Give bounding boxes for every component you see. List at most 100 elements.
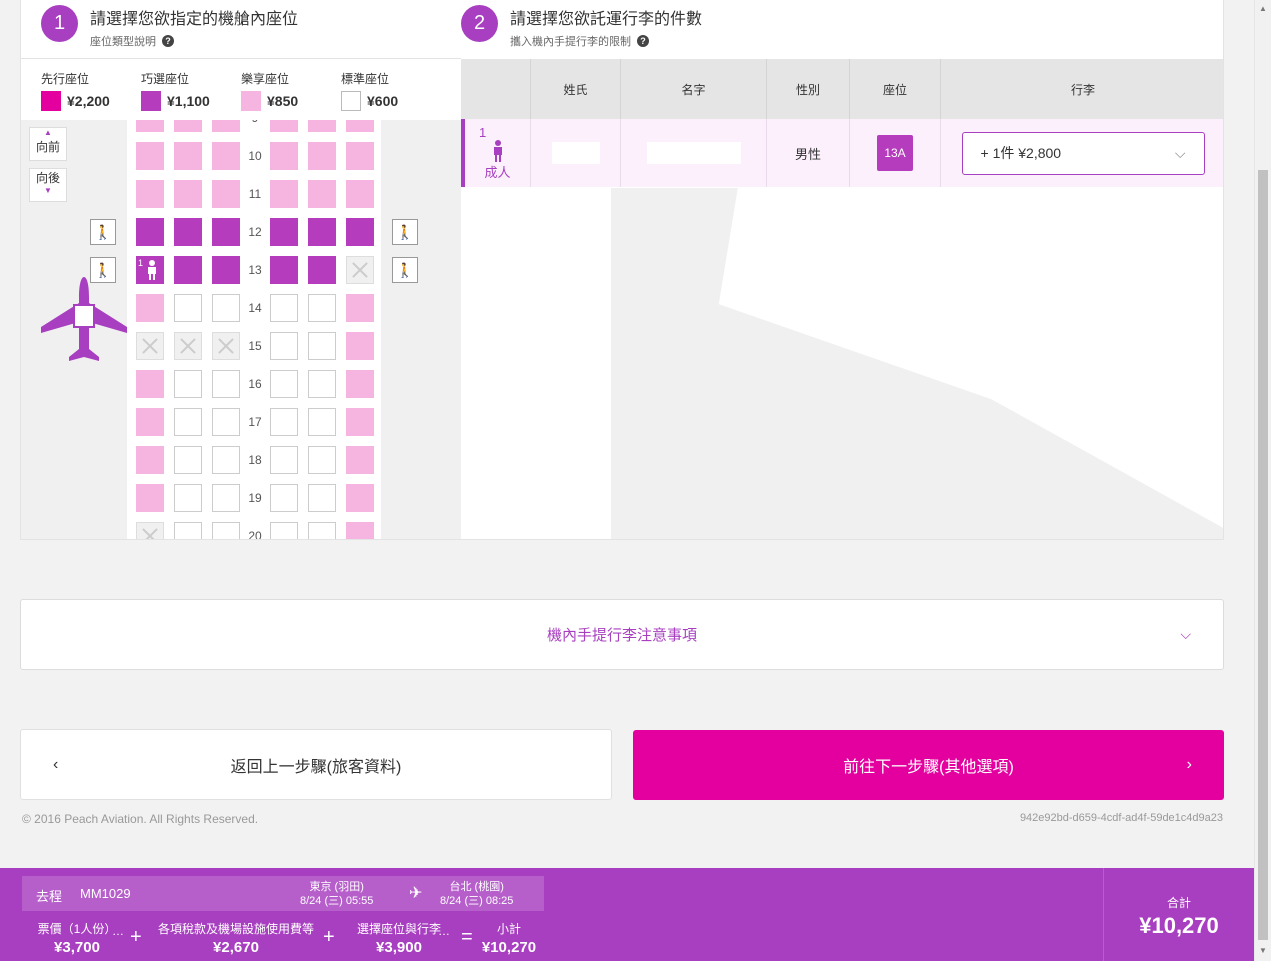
seat[interactable] xyxy=(270,142,298,170)
seat[interactable] xyxy=(346,332,374,360)
seat[interactable] xyxy=(212,218,240,246)
seat[interactable] xyxy=(136,120,164,132)
seat[interactable] xyxy=(308,484,336,512)
scroll-forward-button[interactable]: ▲ 向前 xyxy=(29,127,67,161)
seat[interactable] xyxy=(308,256,336,284)
carry-on-notes-accordion[interactable]: 機內手提行李注意事項 ⌵ xyxy=(20,599,1224,670)
seat[interactable] xyxy=(346,484,374,512)
row-number: 11 xyxy=(248,187,262,201)
seat[interactable] xyxy=(174,120,202,132)
seat[interactable] xyxy=(174,180,202,208)
seat[interactable] xyxy=(212,120,240,132)
next-button[interactable]: 前往下一步驟(其他選項) › xyxy=(633,730,1224,800)
seat[interactable] xyxy=(212,256,240,284)
seat[interactable] xyxy=(346,180,374,208)
scroll-up-icon[interactable]: ▲ xyxy=(1259,4,1267,13)
seat[interactable] xyxy=(270,180,298,208)
seat[interactable] xyxy=(308,142,336,170)
seat[interactable] xyxy=(308,180,336,208)
baggage-select[interactable]: + 1件 ¥2,800 ⌵ xyxy=(961,131,1205,175)
tax-value: ¥2,670 xyxy=(213,939,259,956)
emergency-exit-icon: 🚶 xyxy=(90,219,116,245)
legend-swatch xyxy=(141,91,161,111)
seat[interactable] xyxy=(136,180,164,208)
seat[interactable] xyxy=(346,120,374,132)
seat[interactable] xyxy=(136,218,164,246)
seat[interactable] xyxy=(174,218,202,246)
passenger-type: 1 成人 xyxy=(465,119,531,187)
subtotal-cost: 小計 ¥10,270 xyxy=(476,920,542,956)
seat[interactable] xyxy=(308,294,336,322)
passenger-row[interactable]: 1 成人 男性 13A + 1件 ¥2,800 ⌵ xyxy=(461,119,1223,187)
help-icon[interactable]: ? xyxy=(637,35,649,47)
scroll-thumb[interactable] xyxy=(1258,170,1268,940)
seat[interactable] xyxy=(346,294,374,322)
session-id: 942e92bd-d659-4cdf-ad4f-59de1c4d9a23 xyxy=(1019,812,1223,824)
seat-selected[interactable]: 1 xyxy=(136,256,164,284)
seat[interactable] xyxy=(212,294,240,322)
seat[interactable] xyxy=(174,370,202,398)
seat[interactable] xyxy=(136,484,164,512)
row-number: 17 xyxy=(248,415,262,429)
seat[interactable] xyxy=(136,294,164,322)
seat[interactable] xyxy=(270,332,298,360)
seat[interactable] xyxy=(308,332,336,360)
seat[interactable] xyxy=(270,120,298,132)
seat[interactable] xyxy=(270,446,298,474)
emergency-exit-icon: 🚶 xyxy=(392,257,418,283)
divider xyxy=(21,58,461,59)
down-arrow-icon: ▼ xyxy=(44,186,52,195)
seat[interactable] xyxy=(308,120,336,132)
seat[interactable] xyxy=(174,522,202,539)
step-2-number: 2 xyxy=(461,5,498,42)
seat[interactable] xyxy=(212,180,240,208)
seat[interactable] xyxy=(270,522,298,539)
chevron-down-icon: ⌵ xyxy=(1174,144,1186,161)
seat[interactable] xyxy=(174,142,202,170)
seat[interactable] xyxy=(212,408,240,436)
seat[interactable] xyxy=(270,218,298,246)
seat[interactable] xyxy=(174,294,202,322)
scroll-back-button[interactable]: 向後 ▼ xyxy=(29,168,67,202)
seat[interactable] xyxy=(270,370,298,398)
seat[interactable] xyxy=(308,370,336,398)
seat[interactable] xyxy=(308,522,336,539)
seat-map[interactable]: ▲ 向前 向後▼ 9 10 11 12 1 13 14 15 16 17 18 19 20 🚶 🚶 🚶 🚶 xyxy=(21,120,461,539)
seat-type-help-link[interactable]: 座位類型說明? xyxy=(90,33,298,49)
carry-on-limit-link[interactable]: 攜入機內手提行李的限制? xyxy=(510,33,702,49)
seat[interactable] xyxy=(270,256,298,284)
seat[interactable] xyxy=(174,256,202,284)
seat[interactable] xyxy=(308,408,336,436)
seat[interactable] xyxy=(174,408,202,436)
seat[interactable] xyxy=(136,142,164,170)
seat[interactable] xyxy=(270,484,298,512)
help-icon[interactable]: ? xyxy=(162,35,174,47)
seat[interactable] xyxy=(346,218,374,246)
seat[interactable] xyxy=(212,370,240,398)
seat[interactable] xyxy=(346,446,374,474)
seat[interactable] xyxy=(174,446,202,474)
scroll-down-icon[interactable]: ▼ xyxy=(1259,946,1267,955)
seat[interactable] xyxy=(174,484,202,512)
legend-name: 先行座位 xyxy=(41,72,90,86)
back-button[interactable]: ‹ 返回上一步驟(旅客資料) xyxy=(20,729,612,800)
seat[interactable] xyxy=(136,408,164,436)
selected-seat-badge[interactable]: 13A xyxy=(877,135,913,171)
seat[interactable] xyxy=(212,522,240,539)
departure: 東京 (羽田) 8/24 (三) 05:55 xyxy=(300,880,373,908)
seat[interactable] xyxy=(346,142,374,170)
seat[interactable] xyxy=(308,446,336,474)
passenger-table: 姓氏 名字 性別 座位 行李 1 成人 男性 13A + 1件 ¥2,800 ⌵ xyxy=(461,59,1223,187)
seat[interactable] xyxy=(212,142,240,170)
seat[interactable] xyxy=(346,370,374,398)
scrollbar[interactable]: ▲ ▼ xyxy=(1254,0,1271,961)
seat[interactable] xyxy=(212,484,240,512)
seat[interactable] xyxy=(136,370,164,398)
seat[interactable] xyxy=(346,408,374,436)
seat[interactable] xyxy=(270,408,298,436)
seat[interactable] xyxy=(346,522,374,539)
seat[interactable] xyxy=(308,218,336,246)
seat[interactable] xyxy=(270,294,298,322)
seat[interactable] xyxy=(136,446,164,474)
seat[interactable] xyxy=(212,446,240,474)
